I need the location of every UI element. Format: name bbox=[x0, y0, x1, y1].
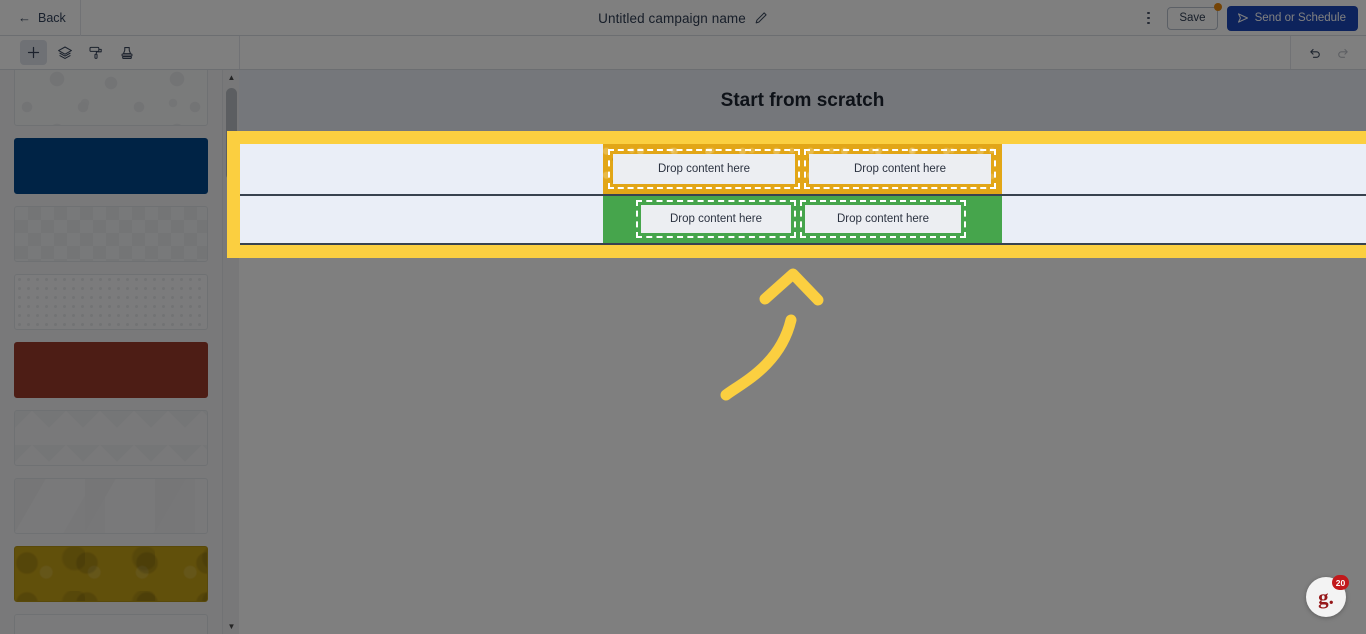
template-tile-polygons[interactable] bbox=[14, 478, 208, 534]
help-logo: g. bbox=[1318, 584, 1334, 609]
kebab-menu-icon[interactable] bbox=[1138, 6, 1158, 30]
save-button[interactable]: Save bbox=[1167, 6, 1218, 30]
redo-icon[interactable] bbox=[1336, 46, 1350, 60]
help-widget-button[interactable]: g. 20 bbox=[1306, 575, 1349, 617]
layers-icon[interactable] bbox=[51, 40, 78, 65]
template-sidebar[interactable] bbox=[0, 70, 222, 634]
sidebar-scrollbar[interactable]: ▲ ▼ bbox=[222, 70, 239, 634]
row-gold-block[interactable]: Drop content here Drop content here bbox=[602, 132, 1001, 184]
template-tile-circles[interactable] bbox=[14, 70, 208, 126]
row-left-spacer bbox=[239, 186, 602, 234]
drop-zone-green-2[interactable]: Drop content here bbox=[802, 191, 999, 229]
toolbar-tool-group bbox=[0, 36, 240, 69]
start-from-scratch-heading: Start from scratch bbox=[239, 70, 1366, 132]
back-button[interactable]: ← Back bbox=[0, 0, 81, 36]
template-tile-dots[interactable] bbox=[14, 274, 208, 330]
stamp-icon[interactable] bbox=[113, 40, 140, 65]
row-green-block[interactable]: Drop content here Drop content here bbox=[602, 186, 1001, 234]
template-tile-blue[interactable] bbox=[14, 138, 208, 194]
unsaved-changes-badge bbox=[1213, 2, 1222, 11]
row-right-spacer bbox=[1001, 132, 1366, 184]
pencil-icon[interactable] bbox=[754, 11, 768, 25]
content-row-green[interactable]: Drop content here Drop content here bbox=[239, 184, 1366, 236]
page-title: Untitled campaign name bbox=[598, 10, 746, 26]
drop-zone-label: Drop content here bbox=[807, 142, 994, 174]
drop-zone-label: Drop content here bbox=[609, 142, 796, 174]
template-tile-diamond[interactable] bbox=[14, 206, 208, 262]
scrollbar-thumb[interactable] bbox=[226, 88, 237, 180]
campaign-editor-app: ← Back Untitled campaign name Save Send … bbox=[0, 0, 1366, 634]
undo-icon[interactable] bbox=[1308, 46, 1322, 60]
drop-zone-green-1[interactable]: Drop content here bbox=[604, 191, 801, 229]
paper-plane-icon bbox=[1237, 12, 1249, 24]
paint-roller-icon[interactable] bbox=[82, 40, 109, 65]
drop-zone-label: Drop content here bbox=[807, 196, 994, 224]
template-tile-plain[interactable] bbox=[14, 614, 208, 634]
save-button-wrap: Save bbox=[1167, 2, 1222, 30]
email-canvas[interactable]: Start from scratch Drop content here Dro… bbox=[239, 70, 1366, 634]
template-tile-gold[interactable] bbox=[14, 546, 208, 602]
email-body: Start from scratch Drop content here Dro… bbox=[239, 70, 1366, 236]
scroll-down-arrow[interactable]: ▼ bbox=[223, 619, 240, 634]
header-actions: Save Send or Schedule bbox=[1138, 0, 1358, 36]
history-controls bbox=[1290, 36, 1366, 69]
row-left-spacer bbox=[239, 132, 602, 184]
add-content-icon[interactable] bbox=[20, 40, 47, 65]
scroll-up-arrow[interactable]: ▲ bbox=[223, 70, 240, 85]
drop-zone-gold-2[interactable]: Drop content here bbox=[802, 137, 999, 179]
help-notification-badge: 20 bbox=[1332, 575, 1349, 590]
drop-zone-gold-1[interactable]: Drop content here bbox=[604, 137, 801, 179]
arrow-left-icon: ← bbox=[18, 10, 31, 25]
content-row-gold[interactable]: Drop content here Drop content here bbox=[239, 132, 1366, 184]
back-button-label: Back bbox=[38, 10, 66, 25]
app-header: ← Back Untitled campaign name Save Send … bbox=[0, 0, 1366, 36]
template-tile-red[interactable] bbox=[14, 342, 208, 398]
drop-zone-label: Drop content here bbox=[609, 196, 796, 224]
row-right-spacer bbox=[1001, 186, 1366, 234]
send-or-schedule-label: Send or Schedule bbox=[1254, 12, 1346, 24]
send-or-schedule-button[interactable]: Send or Schedule bbox=[1226, 5, 1358, 31]
template-tile-triangles[interactable] bbox=[14, 410, 208, 466]
editor-toolbar bbox=[0, 36, 1366, 70]
